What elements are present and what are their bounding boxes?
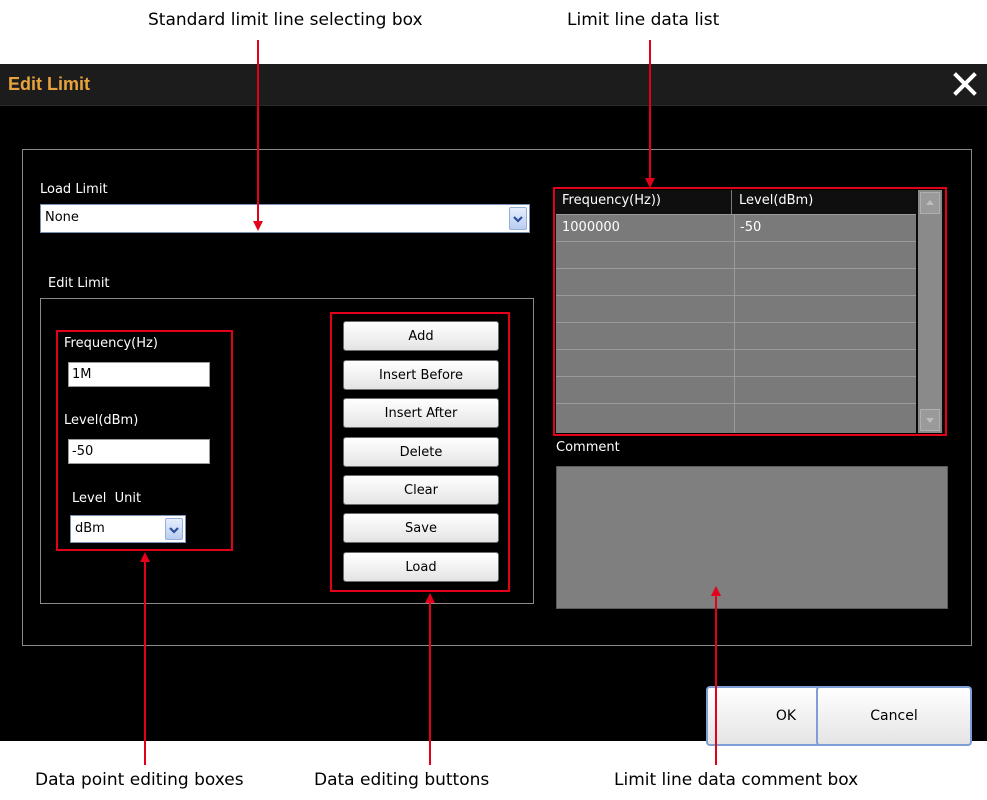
frequency-label: Frequency(Hz) bbox=[64, 336, 158, 351]
column-header-frequency: Frequency(Hz)) bbox=[556, 190, 732, 214]
level-unit-select[interactable]: dBm bbox=[70, 515, 186, 543]
load-limit-label: Load Limit bbox=[40, 182, 108, 197]
table-row[interactable] bbox=[556, 403, 916, 429]
cell-level: -50 bbox=[740, 220, 762, 235]
table-row[interactable] bbox=[556, 295, 916, 321]
limit-data-table: Frequency(Hz)) Level(dBm) 1000000 -50 bbox=[556, 190, 945, 433]
load-button[interactable]: Load bbox=[343, 552, 499, 582]
chevron-down-icon[interactable] bbox=[165, 518, 183, 540]
chevron-down-icon[interactable] bbox=[509, 207, 527, 230]
save-button[interactable]: Save bbox=[343, 513, 499, 543]
load-limit-value: None bbox=[45, 210, 79, 225]
scroll-up-icon[interactable] bbox=[920, 192, 940, 214]
table-row[interactable] bbox=[556, 349, 916, 375]
table-row[interactable]: 1000000 -50 bbox=[556, 214, 916, 240]
insert-before-button[interactable]: Insert Before bbox=[343, 360, 499, 390]
load-limit-select[interactable]: None bbox=[40, 204, 530, 233]
table-body: 1000000 -50 bbox=[556, 214, 916, 433]
column-header-level: Level(dBm) bbox=[739, 193, 814, 208]
clear-button[interactable]: Clear bbox=[343, 475, 499, 505]
edit-limit-dialog: Edit Limit Load Limit None Edit Limit Fr… bbox=[0, 64, 987, 746]
table-row[interactable] bbox=[556, 322, 916, 348]
level-input[interactable]: -50 bbox=[68, 439, 210, 464]
column-divider bbox=[734, 214, 735, 433]
level-unit-value: dBm bbox=[75, 521, 105, 536]
cell-frequency: 1000000 bbox=[562, 220, 620, 235]
callout-data-point-editing: Data point editing boxes bbox=[35, 770, 244, 790]
cancel-button[interactable]: Cancel bbox=[816, 686, 972, 746]
frequency-input[interactable]: 1M bbox=[68, 362, 210, 387]
scroll-down-icon[interactable] bbox=[920, 409, 940, 431]
level-unit-label: Level Unit bbox=[72, 491, 142, 506]
dialog-title: Edit Limit bbox=[8, 74, 90, 94]
insert-after-button[interactable]: Insert After bbox=[343, 398, 499, 428]
table-row[interactable] bbox=[556, 376, 916, 402]
callout-data-editing-buttons: Data editing buttons bbox=[314, 770, 490, 790]
table-header: Frequency(Hz)) Level(dBm) bbox=[556, 190, 916, 214]
close-icon[interactable] bbox=[949, 68, 981, 100]
callout-standard-limit-line: Standard limit line selecting box bbox=[148, 10, 423, 30]
comment-label: Comment bbox=[556, 440, 620, 455]
table-scrollbar[interactable] bbox=[918, 190, 942, 433]
table-row[interactable] bbox=[556, 241, 916, 267]
dialog-titlebar: Edit Limit bbox=[0, 64, 987, 106]
delete-button[interactable]: Delete bbox=[343, 437, 499, 467]
level-label: Level(dBm) bbox=[64, 413, 139, 428]
add-button[interactable]: Add bbox=[343, 321, 499, 351]
edit-limit-label: Edit Limit bbox=[48, 276, 110, 291]
callout-comment-box: Limit line data comment box bbox=[614, 770, 859, 790]
comment-textarea[interactable] bbox=[556, 466, 948, 609]
callout-limit-line-data-list: Limit line data list bbox=[567, 10, 720, 30]
table-row[interactable] bbox=[556, 268, 916, 294]
